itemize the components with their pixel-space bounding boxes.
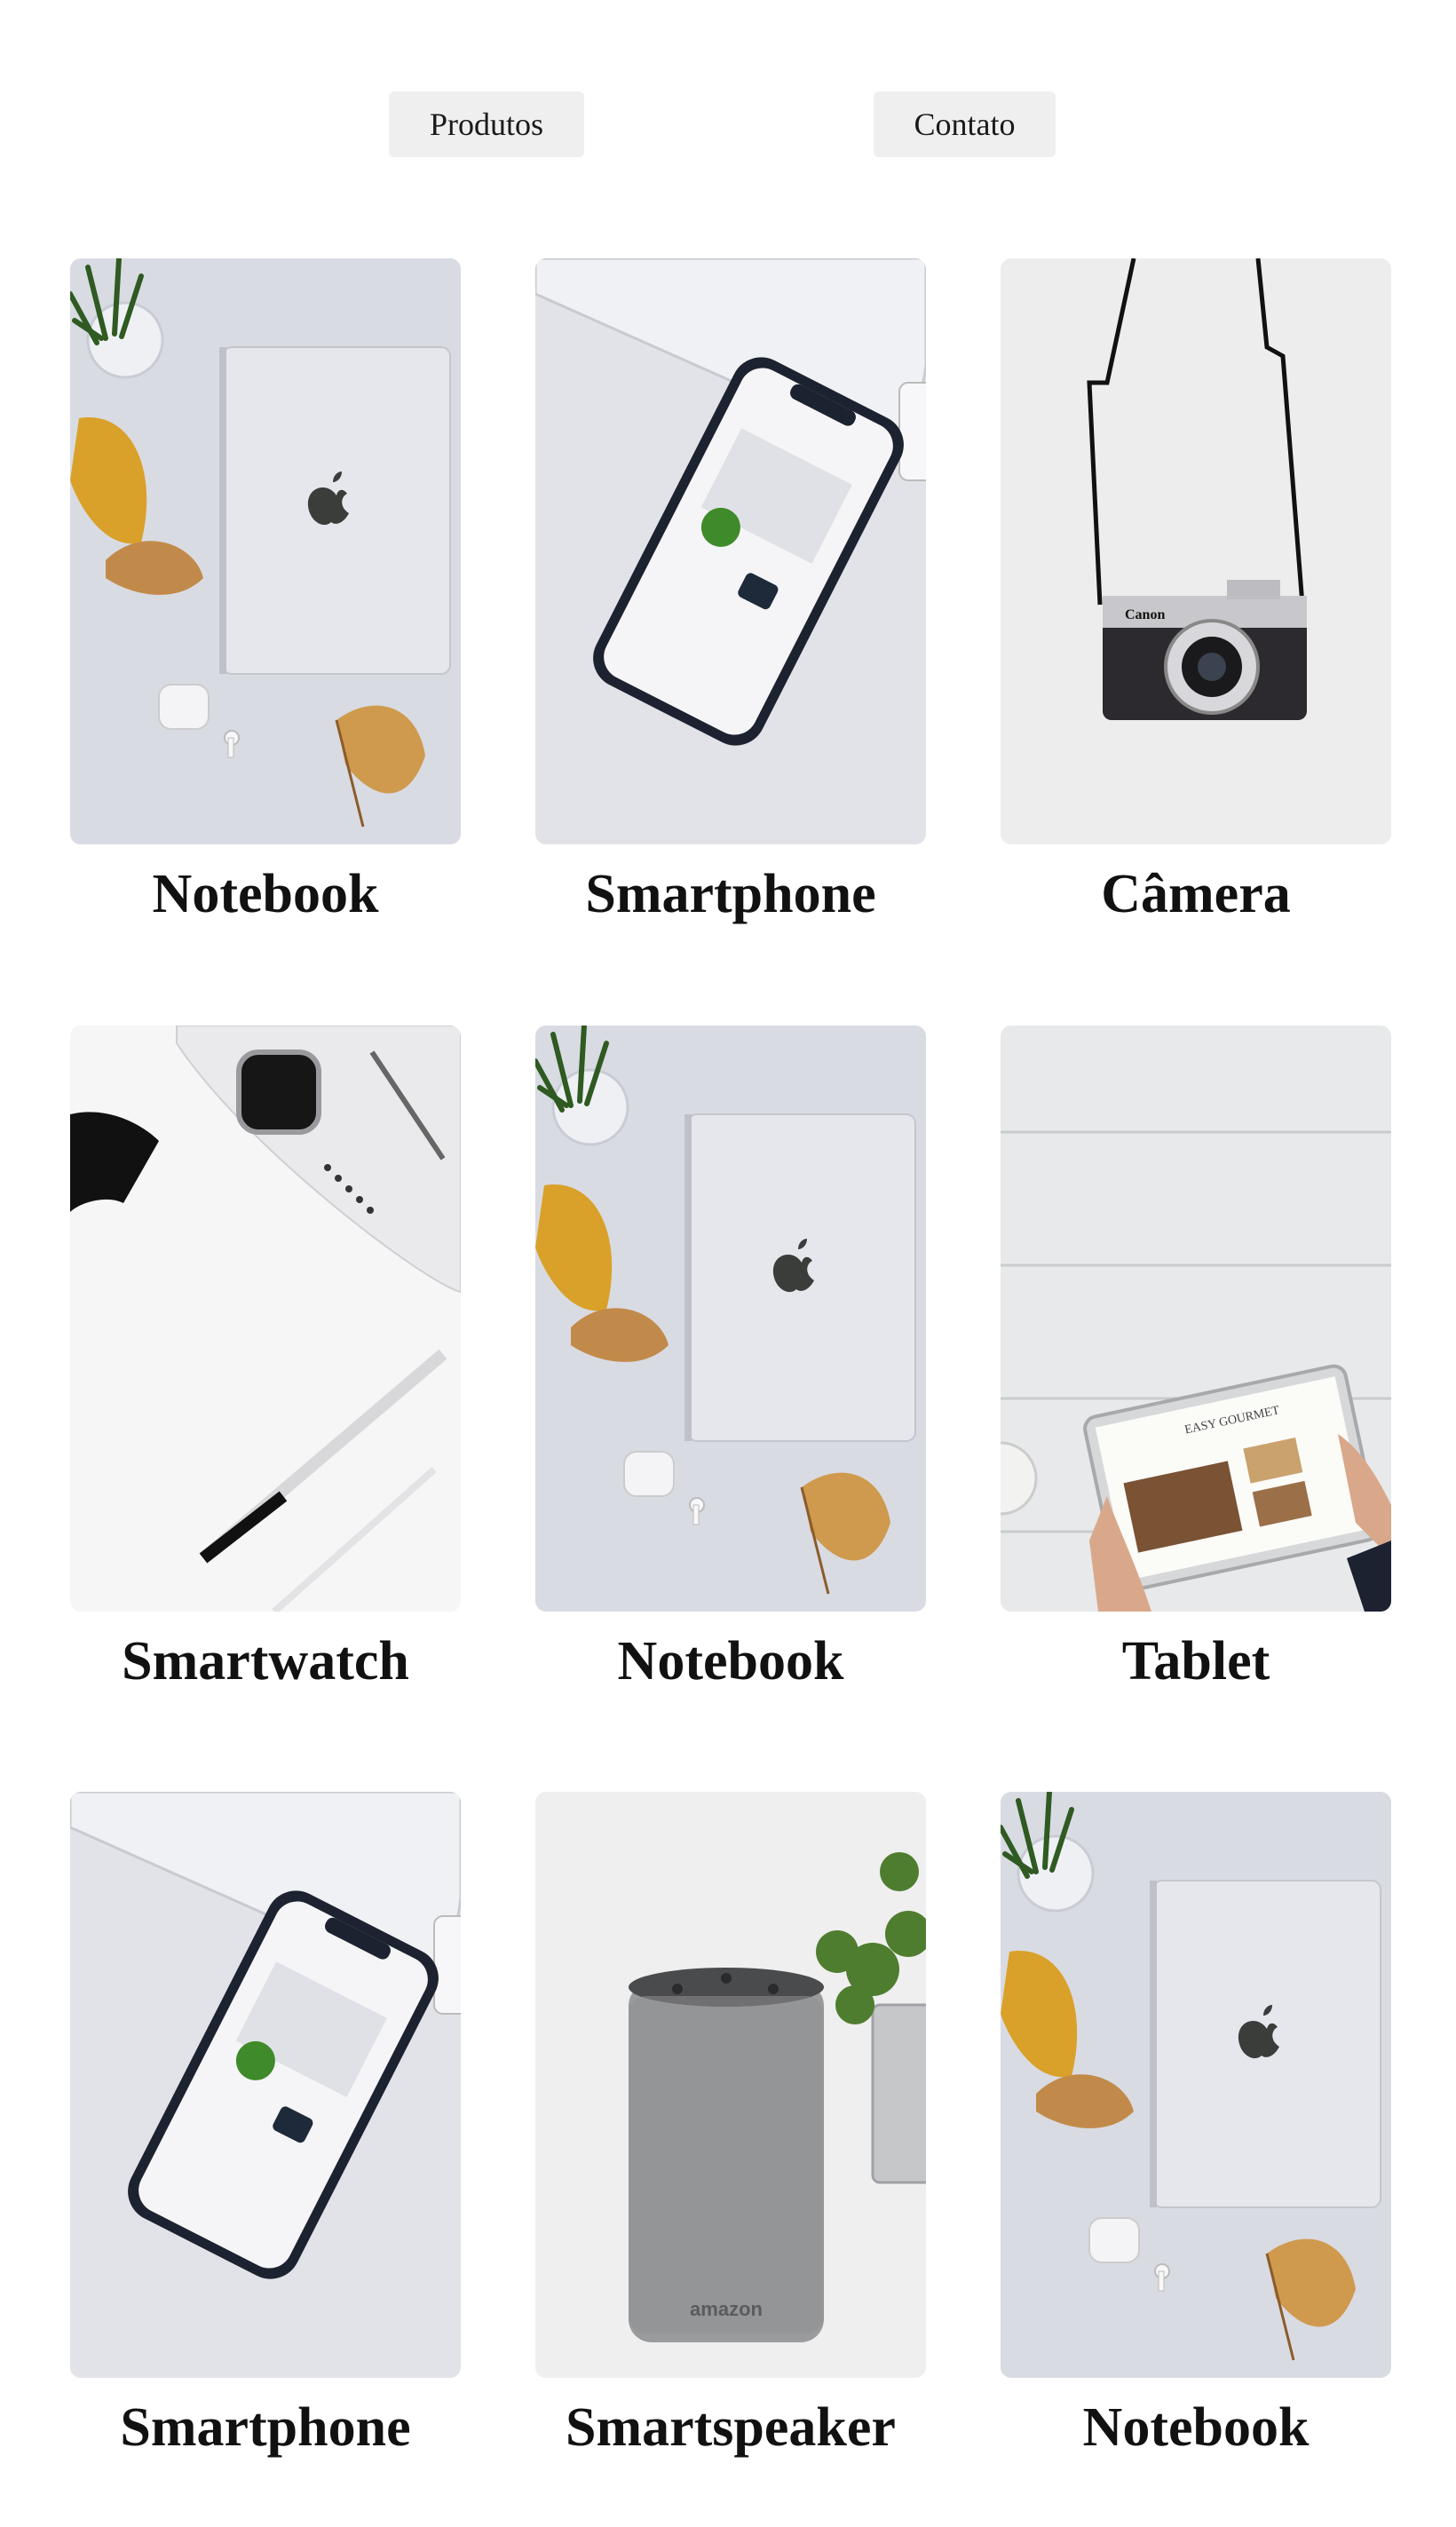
tablet-photo: EASY GOURMET — [1001, 1026, 1391, 1612]
product-card[interactable]: Notebook — [1001, 1792, 1391, 2457]
smartwatch-photo — [70, 1026, 461, 1612]
notebook-photo — [1001, 1792, 1391, 2378]
product-name: Tablet — [1121, 1631, 1270, 1691]
notebook-photo — [535, 1026, 926, 1612]
product-name: Smartphone — [120, 2397, 411, 2458]
smartphone-photo — [535, 258, 926, 844]
product-card[interactable]: EASY GOURMET Tablet — [1001, 1026, 1391, 1691]
product-name: Smartphone — [585, 864, 876, 924]
product-card[interactable]: amazon Smartspeaker — [535, 1792, 926, 2457]
smartphone-photo — [70, 1792, 461, 2378]
speaker-brand-text: amazon — [690, 2298, 763, 2320]
camera-photo: Canon — [1001, 258, 1391, 844]
contato-button[interactable]: Contato — [874, 91, 1056, 157]
produtos-button[interactable]: Produtos — [389, 91, 584, 157]
product-card[interactable]: Notebook — [70, 258, 461, 923]
product-name: Notebook — [152, 864, 379, 924]
product-name: Smartspeaker — [566, 2397, 896, 2458]
camera-brand-text: Canon — [1125, 607, 1165, 622]
product-name: Notebook — [617, 1631, 844, 1691]
product-card[interactable]: Smartphone — [70, 1792, 461, 2457]
product-name: Notebook — [1082, 2397, 1310, 2458]
product-card[interactable]: Smartphone — [535, 258, 926, 923]
product-card[interactable]: Smartwatch — [70, 1026, 461, 1691]
notebook-photo — [70, 258, 461, 844]
product-name: Smartwatch — [122, 1631, 409, 1691]
product-card[interactable]: Canon Câmera — [1001, 258, 1391, 923]
product-name: Câmera — [1101, 864, 1291, 924]
product-card[interactable]: Notebook — [535, 1026, 926, 1691]
smartspeaker-photo: amazon — [535, 1792, 926, 2378]
